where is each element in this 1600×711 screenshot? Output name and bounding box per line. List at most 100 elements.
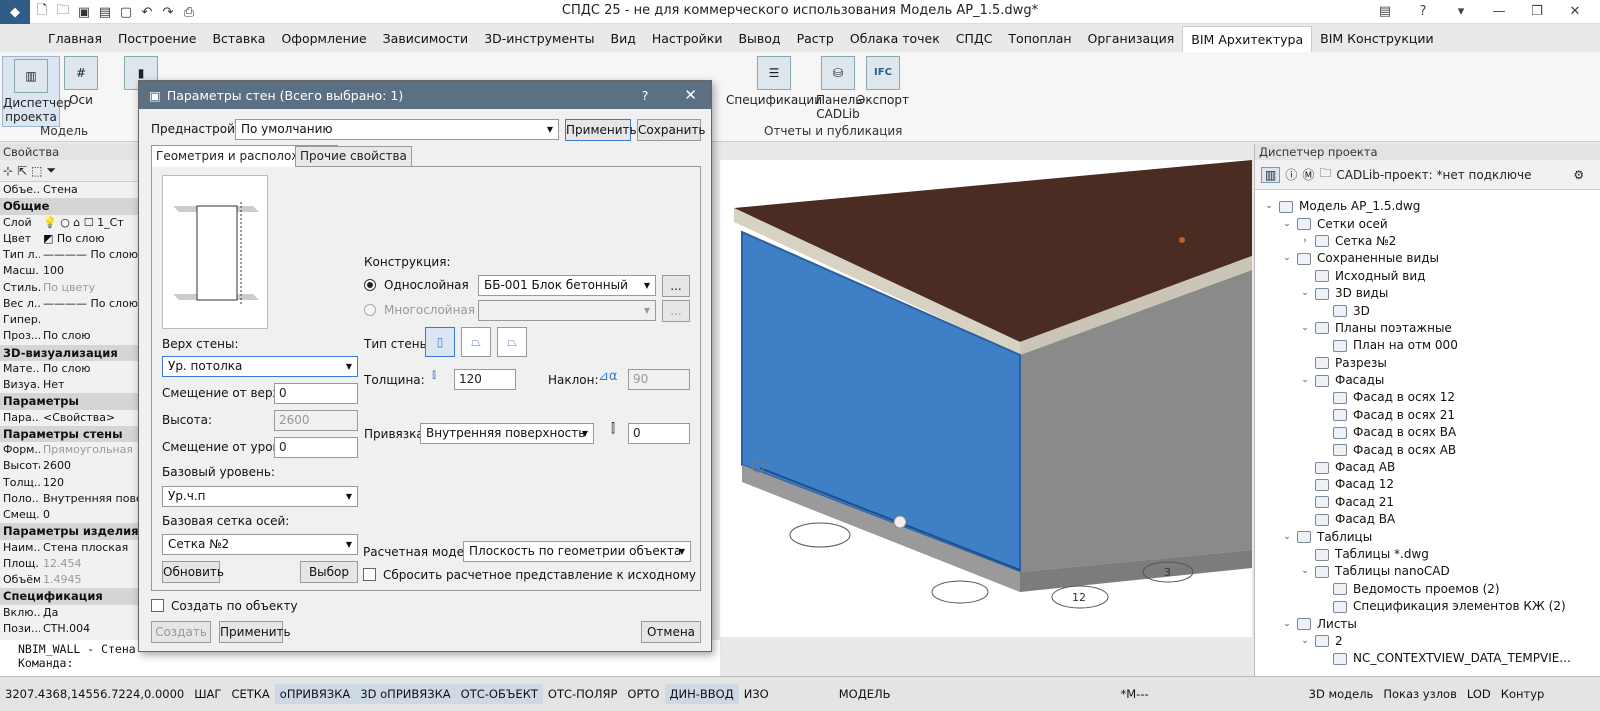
property-row[interactable]: Поло...Внутренняя поверхн: [0, 491, 139, 507]
property-row[interactable]: Гипер...: [0, 312, 139, 328]
tree-item[interactable]: ⌄ Таблицы nanoCAD: [1263, 563, 1600, 580]
tree-item[interactable]: Фасад АВ: [1263, 459, 1600, 476]
material-browse-button[interactable]: ...: [662, 275, 690, 297]
tree-item[interactable]: Фасад в осях 21: [1263, 407, 1600, 424]
menu-item[interactable]: Зависимости: [375, 26, 477, 52]
ribbon-toggle-icon[interactable]: ▤: [1368, 0, 1402, 22]
material-select[interactable]: ББ-001 Блок бетонный ▼: [478, 275, 656, 296]
save-icon[interactable]: ▣: [75, 3, 93, 21]
tree-item[interactable]: Спецификация элементов КЖ (2): [1263, 598, 1600, 615]
property-section[interactable]: Параметры: [0, 393, 139, 410]
select-button[interactable]: Выбор: [300, 561, 358, 583]
base-level-select[interactable]: Ур.ч.п ▼: [162, 486, 358, 507]
center-grip[interactable]: [893, 515, 907, 529]
property-row[interactable]: Пара... <Свойства>: [0, 410, 139, 426]
property-row[interactable]: Визуа...Нет: [0, 377, 139, 393]
property-row[interactable]: Вес л...———— По слою: [0, 296, 139, 312]
offset-top-input[interactable]: 0: [274, 383, 358, 404]
tree-item[interactable]: ⌄ 3D виды: [1263, 285, 1600, 302]
specifications-button[interactable]: ☰ Спецификации: [726, 56, 822, 107]
property-row[interactable]: Слой 💡 ○ ⌂ ☐ 1_Ст: [0, 215, 139, 231]
snap-offset-input[interactable]: 0: [628, 423, 690, 444]
status-toggle[interactable]: ШАГ: [189, 684, 226, 704]
property-row[interactable]: Вклю... Да: [0, 605, 139, 621]
expand-chevron-icon[interactable]: ⌄: [1299, 563, 1311, 580]
settings-gear-icon[interactable]: ⚙: [1573, 168, 1584, 182]
refresh-button[interactable]: Обновить: [162, 561, 224, 583]
menu-item[interactable]: Облака точек: [842, 26, 948, 52]
model-tab[interactable]: МОДЕЛЬ: [834, 684, 896, 704]
select-icon[interactable]: ⇱: [17, 164, 27, 178]
tree-item[interactable]: Фасад ВА: [1263, 511, 1600, 528]
wall-type-trapezoid-icon[interactable]: ⏢: [497, 327, 527, 357]
tree-item[interactable]: Фасад в осях 12: [1263, 389, 1600, 406]
base-grid-select[interactable]: Сетка №2 ▼: [162, 534, 358, 555]
quick-select-icon[interactable]: ⊹: [3, 164, 13, 178]
property-section[interactable]: Параметры стены: [0, 425, 139, 442]
print-preview-icon[interactable]: ▢: [117, 3, 135, 21]
project-view-icon[interactable]: ▥: [1261, 166, 1281, 183]
property-section[interactable]: Спецификация: [0, 588, 139, 605]
tree-item[interactable]: Фасад в осях АВ: [1263, 441, 1600, 458]
help-icon[interactable]: ?: [1406, 0, 1440, 22]
property-row[interactable]: Толщ...120: [0, 475, 139, 491]
status-toggle[interactable]: ИЗО: [739, 684, 774, 704]
dialog-title-bar[interactable]: ▣ Параметры стен (Всего выбрано: 1) ? ✕: [139, 81, 711, 109]
expand-chevron-icon[interactable]: ⌄: [1299, 320, 1311, 337]
menu-item[interactable]: Настройки: [644, 26, 731, 52]
new-file-icon[interactable]: 🗋: [33, 3, 51, 21]
property-row[interactable]: Высота2600: [0, 458, 139, 474]
status-toggle[interactable]: ОТС-ПОЛЯР: [543, 684, 623, 704]
cadlib-panel-button[interactable]: ⛁ Панель CADLib: [816, 56, 862, 121]
redo-icon[interactable]: ↷: [159, 3, 177, 21]
dialog-help-icon[interactable]: ?: [642, 88, 649, 103]
status-toggle[interactable]: 3D оПРИВЯЗКА: [355, 684, 456, 704]
slope-input[interactable]: 90: [628, 369, 690, 390]
status-toggle[interactable]: СЕТКА: [226, 684, 274, 704]
property-row[interactable]: Смещ...0: [0, 507, 139, 523]
tree-item[interactable]: Фасад 12: [1263, 476, 1600, 493]
contour-button[interactable]: Контур: [1496, 684, 1550, 704]
menu-item[interactable]: BIM Конструкции: [1312, 26, 1442, 52]
menu-item[interactable]: Организация: [1080, 26, 1183, 52]
property-section[interactable]: Параметры изделия: [0, 523, 139, 540]
expand-chevron-icon[interactable]: ⌄: [1263, 198, 1275, 215]
property-row[interactable]: Мате... По слою: [0, 361, 139, 377]
folder-icon[interactable]: 🗀: [1319, 164, 1331, 185]
dispatcher-button[interactable]: ▥ Диспетчер проекта: [2, 56, 71, 127]
property-row[interactable]: Пози... СТН.004: [0, 621, 139, 637]
tree-item[interactable]: NC_CONTEXTVIEW_DATA_TEMPVIE...: [1263, 650, 1600, 667]
status-toggle[interactable]: ОРТО: [622, 684, 664, 704]
menu-item[interactable]: Оформление: [273, 26, 374, 52]
app-logo-icon[interactable]: ◆: [0, 0, 30, 24]
menu-item[interactable]: СПДС: [948, 26, 1001, 52]
print-icon[interactable]: ⎙: [180, 3, 198, 21]
tree-item[interactable]: Ведомость проемов (2): [1263, 581, 1600, 598]
show-nodes-button[interactable]: Показ узлов: [1378, 684, 1462, 704]
property-row[interactable]: Цвет ◩ По слою: [0, 231, 139, 247]
property-row[interactable]: Проз... По слою: [0, 328, 139, 344]
tree-item[interactable]: Исходный вид: [1263, 268, 1600, 285]
restore-icon[interactable]: ❐: [1520, 0, 1554, 22]
model-icon[interactable]: Ⓜ: [1302, 166, 1314, 183]
dropdown-icon[interactable]: ▾: [1444, 0, 1478, 22]
scale-readout[interactable]: *М---: [1116, 684, 1154, 704]
snap-select[interactable]: Внутренняя поверхность ▼: [420, 423, 594, 444]
property-row[interactable]: Стиль...По цвету: [0, 280, 139, 296]
wall-top-select[interactable]: Ур. потолка ▼: [162, 356, 358, 377]
presets-save-button[interactable]: Сохранить: [637, 119, 706, 141]
thickness-input[interactable]: 120: [454, 369, 516, 390]
tree-item[interactable]: ⌄ 2: [1263, 633, 1600, 650]
tree-item[interactable]: › Сетка №2: [1263, 233, 1600, 250]
menu-item[interactable]: Топоплан: [1000, 26, 1079, 52]
menu-item[interactable]: 3D-инструменты: [476, 26, 602, 52]
offset-level-input[interactable]: 0: [274, 437, 358, 458]
menu-item[interactable]: Вывод: [730, 26, 788, 52]
multi-layer-select[interactable]: ▼: [478, 300, 656, 321]
tree-item[interactable]: Фасад в осях ВА: [1263, 424, 1600, 441]
status-toggle[interactable]: ДИН-ВВОД: [664, 684, 739, 704]
single-layer-radio[interactable]: [364, 279, 376, 291]
tree-item[interactable]: ⌄ Планы поэтажные: [1263, 320, 1600, 337]
expand-chevron-icon[interactable]: ⌄: [1299, 633, 1311, 650]
menu-item[interactable]: Построение: [110, 26, 204, 52]
